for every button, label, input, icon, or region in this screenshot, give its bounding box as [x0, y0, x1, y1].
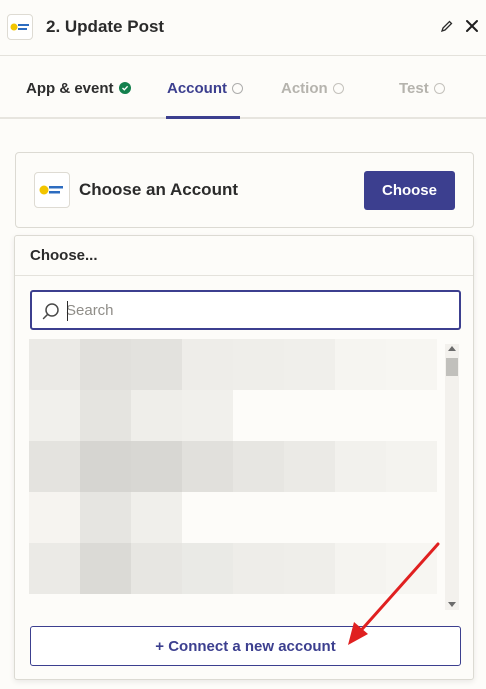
blurred-cell	[233, 492, 284, 543]
blurred-cell	[29, 339, 80, 390]
scroll-thumb[interactable]	[446, 358, 458, 376]
blurred-cell	[284, 339, 335, 390]
search-input[interactable]	[66, 298, 446, 322]
tab-action[interactable]: Action	[281, 57, 344, 119]
info-circle-icon	[332, 82, 344, 94]
step-title: 2. Update Post	[46, 17, 165, 36]
blurred-cell	[80, 492, 131, 543]
blurred-cell	[80, 339, 131, 390]
dropdown-header: Choose...	[15, 236, 473, 276]
blurred-cell	[233, 543, 284, 594]
search-icon	[42, 303, 59, 320]
scroll-down-arrow-icon[interactable]	[448, 602, 456, 607]
blurred-cell	[386, 339, 437, 390]
blurred-cell	[80, 543, 131, 594]
tab-label: Action	[281, 79, 328, 97]
list-scrollbar[interactable]	[445, 344, 459, 610]
text-caret	[67, 301, 68, 321]
blurred-cell	[335, 492, 386, 543]
tab-label: Test	[399, 79, 429, 97]
choose-button[interactable]: Choose	[364, 171, 455, 210]
step-header: 2. Update Post	[0, 0, 486, 56]
blurred-cell	[182, 492, 233, 543]
blurred-cell	[131, 543, 182, 594]
blurred-cell	[29, 543, 80, 594]
blurred-cell	[233, 339, 284, 390]
blurred-cell	[335, 441, 386, 492]
blurred-cell	[233, 441, 284, 492]
blurred-cell	[335, 543, 386, 594]
tab-label: App & event	[26, 79, 114, 97]
blurred-cell	[284, 441, 335, 492]
blurred-account-list[interactable]	[29, 339, 437, 594]
app-logo-icon	[7, 14, 33, 40]
blurred-cell	[386, 543, 437, 594]
blurred-cell	[80, 390, 131, 441]
tab-app-event[interactable]: App & event	[26, 57, 131, 119]
step-tabs: App & event Account Action Test	[0, 57, 486, 119]
tab-label: Account	[167, 79, 227, 97]
blurred-cell	[386, 390, 437, 441]
blurred-cell	[131, 339, 182, 390]
blurred-cell	[233, 390, 284, 441]
blurred-cell	[335, 339, 386, 390]
blurred-cell	[182, 543, 233, 594]
blurred-cell	[131, 441, 182, 492]
close-icon[interactable]	[464, 18, 480, 34]
blurred-cell	[182, 339, 233, 390]
blurred-cell	[386, 492, 437, 543]
blurred-cell	[29, 441, 80, 492]
active-tab-indicator	[166, 116, 240, 119]
account-card: Choose an Account Choose	[15, 152, 474, 228]
blurred-cell	[284, 492, 335, 543]
blurred-cell	[29, 492, 80, 543]
scroll-up-arrow-icon[interactable]	[448, 346, 456, 351]
account-dropdown: Choose... + Connect a new account	[14, 235, 474, 680]
tab-account[interactable]: Account	[167, 57, 243, 119]
blurred-cell	[182, 390, 233, 441]
info-circle-icon	[433, 82, 445, 94]
blurred-cell	[284, 543, 335, 594]
account-app-logo-icon	[34, 172, 70, 208]
blurred-cell	[284, 390, 335, 441]
search-field[interactable]	[30, 290, 461, 330]
blurred-cell	[335, 390, 386, 441]
info-circle-icon	[232, 82, 243, 94]
connect-new-account-button[interactable]: + Connect a new account	[30, 626, 461, 666]
account-title: Choose an Account	[79, 180, 238, 199]
blurred-cell	[29, 390, 80, 441]
check-circle-icon	[118, 82, 131, 94]
blurred-cell	[182, 441, 233, 492]
pencil-icon[interactable]	[440, 19, 454, 33]
blurred-cell	[80, 441, 131, 492]
blurred-cell	[131, 390, 182, 441]
blurred-cell	[131, 492, 182, 543]
blurred-cell	[386, 441, 437, 492]
tab-test[interactable]: Test	[399, 57, 445, 119]
